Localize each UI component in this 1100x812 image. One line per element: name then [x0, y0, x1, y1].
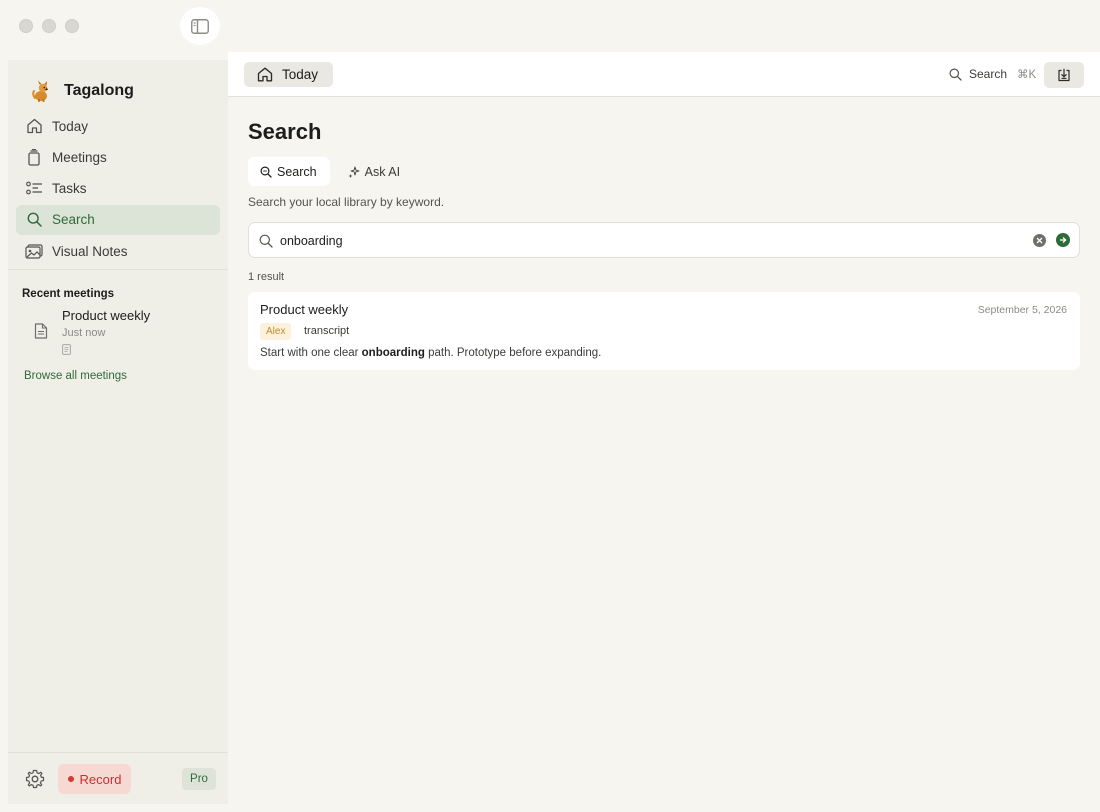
search-zoom-icon	[260, 165, 272, 178]
keyword-search-box	[248, 222, 1080, 258]
tab-search-label: Search	[277, 164, 317, 179]
export-button[interactable]	[1044, 62, 1084, 88]
today-breadcrumb-button[interactable]: Today	[244, 62, 333, 87]
snippet-match: onboarding	[361, 347, 425, 359]
record-dot-icon	[67, 776, 74, 782]
source-tag: transcript	[304, 325, 350, 337]
search-description: Search your local library by keyword.	[248, 195, 445, 209]
sidebar-item-meetings[interactable]: Meetings	[16, 142, 220, 172]
page-title: Search	[248, 119, 322, 144]
submit-search-button[interactable]	[1056, 233, 1070, 247]
tasks-icon	[25, 180, 43, 198]
document-icon	[34, 323, 48, 344]
tab-search[interactable]: Search	[248, 157, 330, 186]
search-result-card[interactable]: Product weekly September 5, 2026 Alex tr…	[248, 292, 1080, 370]
sidebar: Tagalong Today Meetings Tasks Search Vis…	[8, 60, 228, 804]
sidebar-toggle-button[interactable]	[180, 7, 220, 45]
sidebar-toggle-icon	[191, 18, 209, 34]
download-tray-icon	[1058, 68, 1070, 82]
sidebar-item-label: Today	[52, 118, 89, 134]
window-minimize-button[interactable]	[42, 19, 56, 33]
result-date: September 5, 2026	[977, 304, 1067, 316]
result-snippet: Start with one clear onboarding path. Pr…	[260, 347, 601, 359]
visual-notes-icon	[25, 242, 43, 260]
result-count: 1 result	[248, 271, 285, 283]
result-title: Product weekly	[260, 302, 349, 317]
record-button[interactable]: Record	[58, 764, 131, 794]
title-bar	[0, 0, 1100, 52]
recent-meeting-name: Product weekly	[62, 308, 151, 323]
dog-logo-icon	[28, 78, 54, 104]
browse-all-meetings-link[interactable]: Browse all meetings	[24, 370, 127, 382]
snippet-before: Start with one clear	[260, 347, 362, 359]
recent-meetings-heading: Recent meetings	[22, 288, 115, 300]
meetings-icon	[25, 148, 43, 166]
app-name: Tagalong	[64, 82, 134, 99]
tab-ask-ai[interactable]: Ask AI	[336, 157, 412, 186]
search-mode-tabs: Search Ask AI	[248, 157, 412, 186]
window-close-button[interactable]	[19, 19, 33, 33]
search-icon	[259, 234, 273, 253]
keyboard-shortcut: ⌘K	[1017, 69, 1037, 81]
top-bar: Today Search ⌘K	[228, 52, 1100, 97]
gear-icon	[25, 769, 45, 789]
home-icon	[257, 67, 273, 82]
close-icon	[1036, 237, 1043, 244]
sidebar-item-label: Meetings	[52, 149, 107, 165]
today-breadcrumb-label: Today	[282, 67, 319, 82]
sidebar-divider	[8, 269, 228, 270]
sidebar-item-label: Visual Notes	[52, 243, 128, 259]
arrow-right-icon	[1060, 237, 1067, 243]
snippet-after: path. Prototype before expanding.	[424, 347, 602, 359]
sidebar-footer-divider	[8, 752, 228, 753]
sidebar-nav: Today Meetings Tasks Search Visual Notes	[16, 111, 220, 267]
sidebar-item-label: Tasks	[52, 181, 87, 197]
window-zoom-button[interactable]	[65, 19, 79, 33]
sidebar-item-visual-notes[interactable]: Visual Notes	[16, 236, 220, 266]
pro-badge[interactable]: Pro	[182, 768, 216, 790]
record-label: Record	[79, 771, 122, 787]
clear-search-button[interactable]	[1033, 234, 1046, 247]
sidebar-item-search[interactable]: Search	[16, 204, 220, 235]
search-icon	[25, 211, 43, 229]
main-content: Today Search ⌘K Search Search Ask AI Sea…	[228, 52, 1100, 812]
recent-meeting-item[interactable]: Product weekly Just now	[34, 308, 214, 358]
sidebar-item-today[interactable]: Today	[16, 111, 220, 141]
global-search-label: Search	[969, 67, 1008, 81]
sidebar-item-tasks[interactable]: Tasks	[16, 174, 220, 204]
tab-ask-ai-label: Ask AI	[364, 164, 401, 179]
sidebar-item-label: Search	[52, 212, 95, 228]
home-icon	[25, 117, 43, 135]
search-icon	[949, 68, 962, 81]
transcript-file-icon	[62, 342, 71, 360]
speaker-tag: Alex	[260, 323, 292, 340]
brand: Tagalong	[28, 78, 134, 104]
recent-meeting-time: Just now	[62, 327, 106, 339]
search-input[interactable]	[280, 231, 1020, 251]
settings-button[interactable]	[25, 769, 45, 789]
sparkle-icon	[348, 166, 360, 178]
global-search-button[interactable]: Search ⌘K	[949, 67, 1036, 81]
